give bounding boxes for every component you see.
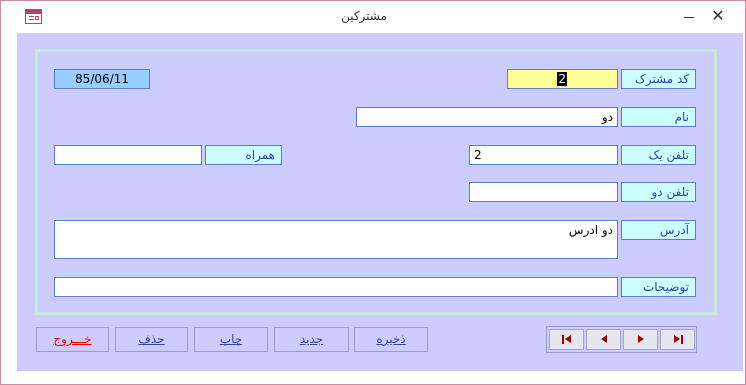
name-field[interactable]: دو — [356, 107, 618, 127]
phone1-label: تلفن یک — [621, 145, 696, 165]
minimize-button[interactable] — [677, 6, 701, 28]
record-navigation — [546, 326, 697, 353]
first-record-icon — [565, 335, 571, 343]
title-bar: مشترکین ✕ — [1, 1, 745, 33]
notes-field[interactable] — [54, 277, 618, 297]
previous-record-icon — [601, 335, 607, 343]
phone2-field[interactable] — [469, 182, 618, 202]
previous-record-button[interactable] — [586, 329, 621, 350]
close-button[interactable]: ✕ — [706, 4, 730, 28]
notes-label: توضیحات — [621, 277, 696, 297]
phone2-label: تلفن دو — [621, 182, 696, 202]
subscriber-code-label: کد مشترک — [621, 69, 696, 89]
print-button[interactable]: چاپ — [194, 327, 268, 352]
first-record-bar-icon — [562, 335, 564, 344]
last-record-icon — [674, 335, 680, 343]
mobile-field[interactable] — [54, 145, 202, 165]
date-display: 85/06/11 — [54, 69, 150, 89]
save-button[interactable]: ذخیره — [354, 327, 428, 352]
name-label: نام — [621, 107, 696, 127]
next-record-icon — [638, 335, 644, 343]
new-button[interactable]: جدید — [274, 327, 349, 352]
phone1-field[interactable]: 2 — [469, 145, 618, 165]
exit-button[interactable]: خـــروج — [36, 327, 109, 352]
window-title: مشترکین — [341, 9, 387, 23]
delete-button[interactable]: حذف — [115, 327, 188, 352]
address-field[interactable]: دو ادرس — [54, 220, 618, 259]
first-record-button[interactable] — [549, 329, 584, 350]
last-record-bar-icon — [681, 335, 683, 344]
last-record-button[interactable] — [660, 329, 695, 350]
subscriber-code-value: 2 — [557, 72, 567, 86]
app-window: مشترکین ✕ 85/06/11 کد مشترک 2 نام دو تلف… — [0, 0, 746, 385]
next-record-button[interactable] — [623, 329, 658, 350]
subscriber-code-field[interactable]: 2 — [507, 69, 618, 89]
mobile-label: همراه — [205, 145, 282, 165]
address-label: آدرس — [621, 220, 696, 240]
subscriber-form: 85/06/11 کد مشترک 2 نام دو تلفن یک 2 همر… — [17, 33, 743, 371]
